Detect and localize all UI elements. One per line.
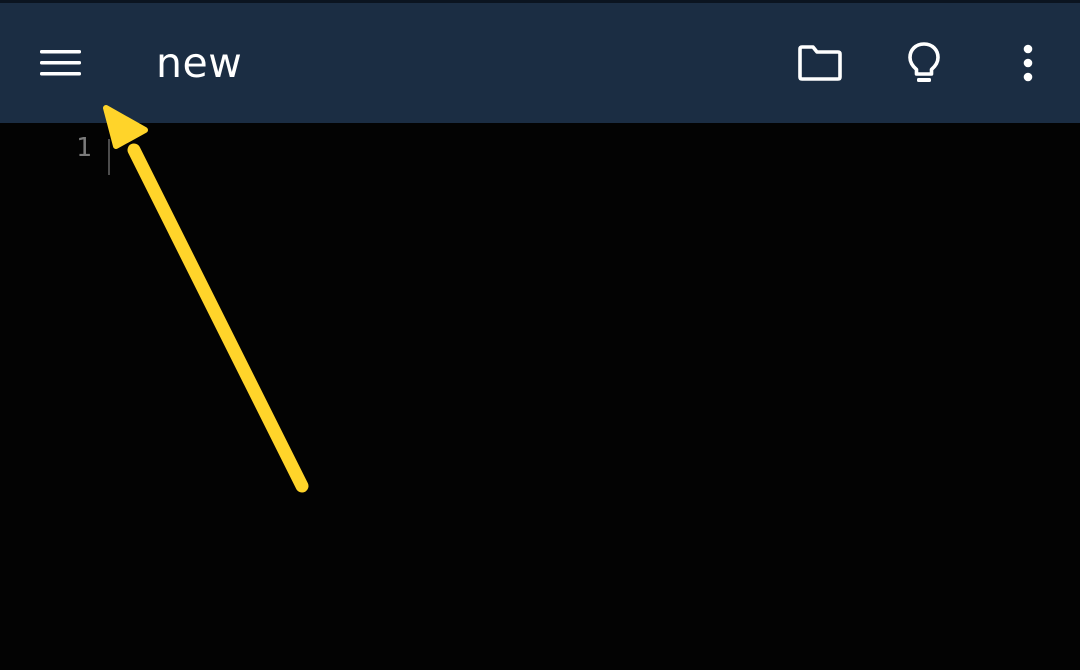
more-options-button[interactable] (988, 22, 1068, 104)
app-screen: new 1 (0, 0, 1080, 670)
app-bar: new (0, 0, 1080, 123)
folder-icon (798, 45, 842, 81)
hamburger-menu-icon (40, 50, 81, 76)
line-number: 1 (76, 133, 92, 163)
text-cursor (108, 139, 110, 175)
more-vertical-icon (1023, 44, 1033, 82)
menu-button[interactable] (20, 22, 102, 104)
page-title: new (156, 39, 243, 87)
open-folder-button[interactable] (780, 22, 860, 104)
status-divider (0, 0, 1080, 3)
lightbulb-icon (908, 42, 940, 82)
hint-button[interactable] (884, 22, 964, 104)
code-editor[interactable]: 1 (0, 123, 1080, 670)
